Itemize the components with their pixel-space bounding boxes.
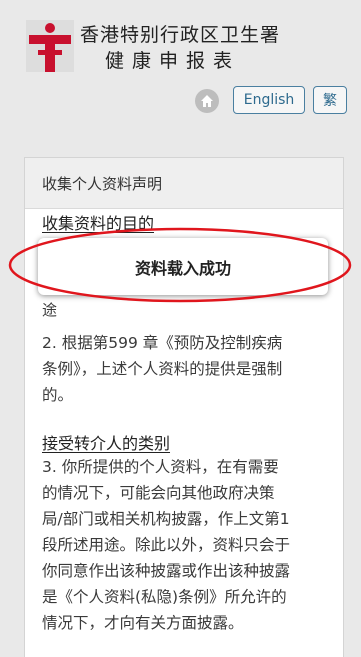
paragraph-3: 3. 你所提供的个人资料，在有需要 的情况下，可能会向其他政府决策 局/部门或相… <box>42 454 332 636</box>
paragraph-3-line: 段所述用途。除此以外，资料只会于 <box>42 536 291 554</box>
paragraph-2: 2. 根据第599 章《预防及控制疾病 条例》，上述个人资料的提供是强制 的。 <box>42 330 332 408</box>
paragraph-2-line: 的。 <box>42 386 74 404</box>
header-title-line1: 香港特别行政区卫生署 <box>80 24 281 46</box>
paragraph-3-line: 你同意作出该种披露或作出该种披露 <box>42 562 291 580</box>
department-of-health-logo <box>26 20 74 72</box>
header: 香港特别行政区卫生署 健康申报表 English 繁 <box>0 0 361 140</box>
paragraph-3-line: 3. 你所提供的个人资料，在有需要 <box>42 458 279 476</box>
home-icon <box>201 95 213 107</box>
paragraph-2-line: 2. 根据第599 章《预防及控制疾病 <box>42 334 283 352</box>
privacy-statement-panel: 收集个人资料声明 收集资料的目的 途 2. 根据第599 章《预防及控制疾病 条… <box>24 157 344 657</box>
paragraph-3-line: 情况下，才向有关方面披露。 <box>42 614 244 632</box>
paragraph-3-line: 的情况下，可能会向其他政府决策 <box>42 484 275 502</box>
header-title-line2: 健康申报表 <box>105 50 241 72</box>
home-button[interactable] <box>195 89 219 113</box>
english-language-button[interactable]: English <box>233 86 305 114</box>
section-title-transferees: 接受转介人的类别 <box>42 434 171 453</box>
paragraph-2-line: 条例》，上述个人资料的提供是强制 <box>42 360 283 378</box>
paragraph-1-tail: 途 <box>42 301 58 319</box>
paragraph-3-line: 是《个人资料(私隐)条例》所允许的 <box>42 588 287 606</box>
paragraph-3-line: 局/部门或相关机构披露，作上文第1 <box>42 510 290 528</box>
panel-heading: 收集个人资料声明 <box>25 158 343 209</box>
success-toast: 资料载入成功 <box>38 238 328 295</box>
section-title-purpose: 收集资料的目的 <box>42 214 155 233</box>
traditional-chinese-button[interactable]: 繁 <box>313 86 347 114</box>
